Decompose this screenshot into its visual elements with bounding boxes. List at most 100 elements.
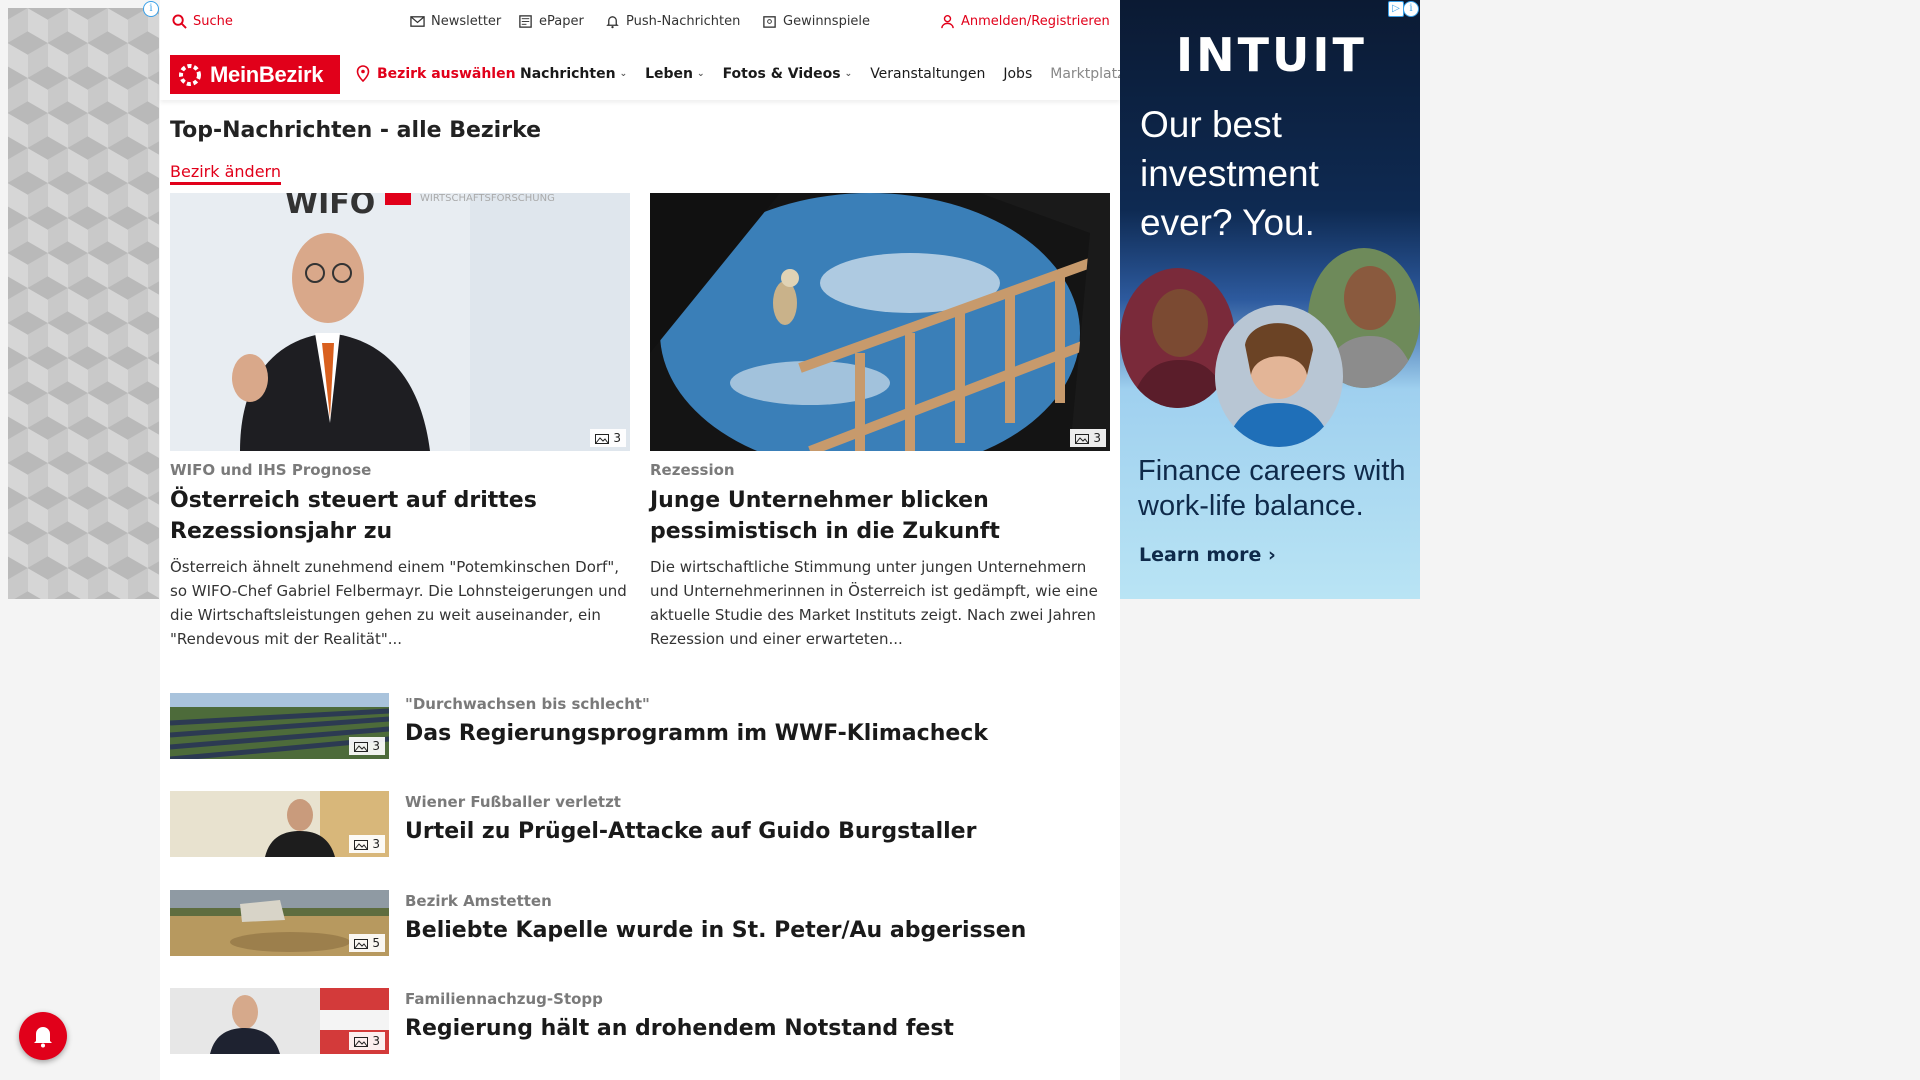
svg-text:WIRTSCHAFTSFORSCHUNG: WIRTSCHAFTSFORSCHUNG xyxy=(420,193,555,204)
left-skyscraper-ad[interactable] xyxy=(8,8,159,599)
nav-item-label: Jobs xyxy=(1003,66,1033,82)
newsletter-link[interactable]: Newsletter xyxy=(410,14,501,29)
article-image[interactable]: 3 xyxy=(650,193,1110,451)
list-item[interactable]: 3 "Durchwachsen bis schlecht" Das Regier… xyxy=(170,693,1110,759)
games-label: Gewinnspiele xyxy=(783,14,871,29)
nav-item-nachrichten[interactable]: Nachrichten ⌄ xyxy=(520,66,627,82)
article-headline[interactable]: Urteil zu Prügel-Attacke auf Guido Burgs… xyxy=(405,819,976,844)
article-headline[interactable]: Junge Unternehmer blicken pessimistisch … xyxy=(650,485,1110,547)
change-district-link[interactable]: Bezirk ändern xyxy=(170,162,281,185)
article-headline[interactable]: Das Regierungsprogramm im WWF-Klimacheck xyxy=(405,721,988,746)
main-navigation: MeinBezirk Bezirk auswählen Nachrichten ⌄… xyxy=(160,50,1124,100)
article-teaser: Die wirtschaftliche Stimmung unter junge… xyxy=(650,558,1098,648)
featured-article-card[interactable]: WIFO WIRTSCHAFTSFORSCHUNG 3 WIFO und IHS… xyxy=(170,193,630,651)
gift-icon xyxy=(763,16,776,28)
article-kicker: Familiennachzug-Stopp xyxy=(405,990,603,1008)
utility-bar: Suche Newsletter ePaper Push-Nachrichten… xyxy=(160,0,1120,46)
photo-count-badge: 3 xyxy=(349,835,385,853)
ad-brand: INTUIT xyxy=(1176,28,1367,82)
select-district-label: Bezirk auswählen xyxy=(377,65,516,82)
list-item[interactable]: 3 Familiennachzug-Stopp Regierung hält a… xyxy=(170,988,1110,1054)
site-logo[interactable]: MeinBezirk xyxy=(170,55,340,94)
photo-count: 3 xyxy=(372,837,380,851)
photo-count-badge: 5 xyxy=(349,934,385,952)
newspaper-icon xyxy=(519,15,532,28)
photo-count-badge: 3 xyxy=(349,737,385,755)
nav-item-label: Veranstaltungen xyxy=(870,66,986,82)
login-link[interactable]: Anmelden/Registrieren xyxy=(940,14,1110,29)
nav-item-label: Leben xyxy=(645,66,694,82)
ad-info-icon[interactable]: i xyxy=(1403,1,1419,17)
epaper-link[interactable]: ePaper xyxy=(518,14,584,29)
photo-count: 5 xyxy=(372,936,380,950)
bell-icon xyxy=(606,16,619,29)
article-headline[interactable]: Österreich steuert auf drittes Rezession… xyxy=(170,485,630,547)
article-thumbnail[interactable]: 3 xyxy=(170,988,389,1054)
push-label: Push-Nachrichten xyxy=(626,14,741,29)
notification-bell-icon xyxy=(34,1027,52,1048)
nav-item-marktplatz[interactable]: Marktplatz xyxy=(1050,66,1124,82)
search-link[interactable]: Suche xyxy=(172,14,233,29)
ad-choices-icon[interactable]: ▷ xyxy=(1388,1,1404,17)
list-item[interactable]: 5 Bezirk Amstetten Beliebte Kapelle wurd… xyxy=(170,890,1110,956)
ad-subline: Finance careers with work-life balance. xyxy=(1138,455,1406,522)
location-pin-icon xyxy=(356,65,370,82)
camera-icon xyxy=(595,433,610,444)
user-icon xyxy=(941,14,954,29)
login-label: Anmelden/Registrieren xyxy=(961,14,1110,29)
nav-item-label: Marktplatz xyxy=(1050,66,1125,82)
mail-icon xyxy=(410,16,425,27)
camera-icon xyxy=(354,1036,369,1047)
article-kicker: Wiener Fußballer verletzt xyxy=(405,793,621,811)
article-photo xyxy=(650,193,1110,451)
photo-count: 3 xyxy=(1093,431,1101,445)
notification-bell-button[interactable] xyxy=(19,1012,67,1060)
epaper-label: ePaper xyxy=(539,14,584,29)
ad-learn-more-link[interactable]: Learn more › xyxy=(1139,544,1276,566)
camera-icon xyxy=(354,938,369,949)
chevron-down-icon: ⌄ xyxy=(619,69,628,79)
newsletter-label: Newsletter xyxy=(431,14,502,29)
article-teaser: Österreich ähnelt zunehmend einem "Potem… xyxy=(170,558,627,648)
right-display-ad[interactable]: INTUIT Our best investment ever? You. Fi… xyxy=(1120,0,1420,599)
nav-links: Nachrichten ⌄ Leben ⌄ Fotos & Videos ⌄ Vera… xyxy=(520,66,1142,82)
article-thumbnail[interactable]: 3 xyxy=(170,791,389,857)
camera-icon xyxy=(1075,433,1090,444)
select-district-button[interactable]: Bezirk auswählen xyxy=(356,65,516,82)
article-kicker: "Durchwachsen bis schlecht" xyxy=(405,695,650,713)
article-photo: WIFO WIRTSCHAFTSFORSCHUNG xyxy=(170,193,630,451)
article-thumbnail[interactable]: 3 xyxy=(170,693,389,759)
page-title: Top-Nachrichten - alle Bezirke xyxy=(170,118,542,143)
camera-icon xyxy=(354,839,369,850)
wifo-wall-text: WIFO xyxy=(285,193,375,221)
photo-count: 3 xyxy=(613,431,621,445)
nav-item-label: Nachrichten xyxy=(520,66,616,82)
logo-text: MeinBezirk xyxy=(210,61,324,87)
ad-info-icon[interactable]: i xyxy=(143,1,159,17)
article-kicker: Rezession xyxy=(650,461,735,479)
games-link[interactable]: Gewinnspiele xyxy=(762,14,870,29)
search-label: Suche xyxy=(193,14,233,29)
article-thumbnail[interactable]: 5 xyxy=(170,890,389,956)
ad-person-photo xyxy=(1215,305,1343,447)
push-link[interactable]: Push-Nachrichten xyxy=(605,14,740,29)
article-headline[interactable]: Regierung hält an drohendem Notstand fes… xyxy=(405,1016,954,1041)
list-item[interactable]: 3 Wiener Fußballer verletzt Urteil zu Pr… xyxy=(170,791,1110,857)
nav-item-leben[interactable]: Leben ⌄ xyxy=(645,66,704,82)
chevron-down-icon: ⌄ xyxy=(844,69,853,79)
article-kicker: WIFO und IHS Prognose xyxy=(170,461,372,479)
article-kicker: Bezirk Amstetten xyxy=(405,892,552,910)
ad-tagline: Our best investment ever? You. xyxy=(1140,104,1319,243)
logo-burst-icon xyxy=(179,63,201,86)
nav-item-veranstaltungen[interactable]: Veranstaltungen xyxy=(870,66,985,82)
main-column: Suche Newsletter ePaper Push-Nachrichten… xyxy=(160,0,1124,1080)
featured-article-card[interactable]: 3 Rezession Junge Unternehmer blicken pe… xyxy=(650,193,1110,651)
photo-count: 3 xyxy=(372,1034,380,1048)
article-headline[interactable]: Beliebte Kapelle wurde in St. Peter/Au a… xyxy=(405,918,1026,943)
search-icon xyxy=(172,14,187,29)
photo-count-badge: 3 xyxy=(349,1032,385,1050)
nav-item-jobs[interactable]: Jobs xyxy=(1003,66,1032,82)
article-image[interactable]: WIFO WIRTSCHAFTSFORSCHUNG 3 xyxy=(170,193,630,451)
nav-item-fotos-videos[interactable]: Fotos & Videos ⌄ xyxy=(723,66,853,82)
camera-icon xyxy=(354,741,369,752)
